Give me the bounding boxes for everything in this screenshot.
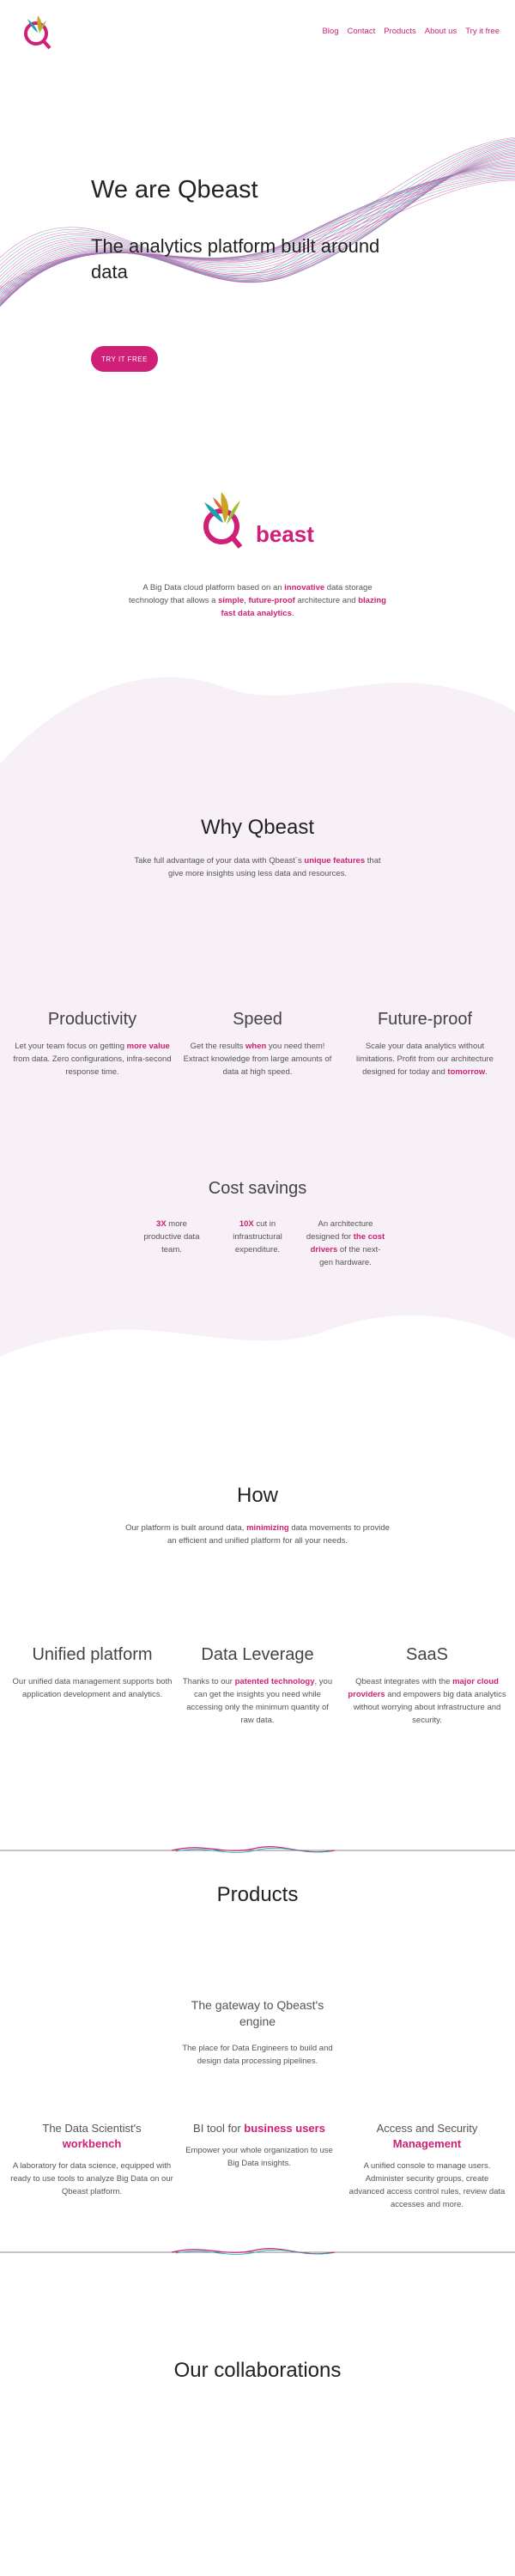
feature-title: SaaS [406,1645,448,1664]
feature-title: Productivity [47,1010,137,1029]
nav-try-it-free[interactable]: Try it free [465,27,500,36]
product-title: BI tool for business users [193,2122,325,2135]
product-bi-tool: BI tool for business users Empower your … [182,2121,336,2170]
feature-title: Future-proof [377,1010,473,1029]
hero-title: We are Qbeast [91,176,258,204]
feature-text: Scale your data analytics without limita… [356,1042,494,1077]
feature-text: Let your team focus on getting more valu… [13,1042,172,1077]
cost-item-productivity: 3X more productive data team. [143,1219,200,1255]
feature-title: Data Leverage [201,1645,314,1664]
product-title: The Data Scientist's workbench [42,2122,142,2150]
how-subtitle: Our platform is built around data, minim… [125,1523,390,1546]
logo-wordmark: beast [256,521,314,547]
nav-blog[interactable]: Blog [322,27,338,36]
main-nav: Blog Contact Products About us Try it fr… [322,27,500,36]
product-text: A unified console to manage users. Admin… [348,2161,506,2209]
qbeast-logo-large [203,492,243,549]
feature-future-proof: Future-proof Scale your data analytics w… [348,1010,502,1078]
engine-text: The place for Data Engineers to build an… [182,2044,333,2066]
feature-productivity: Productivity Let your team focus on gett… [13,1010,172,1078]
why-subtitle: Take full advantage of your data with Qb… [134,856,381,878]
why-title: Why Qbeast [200,816,315,839]
feature-text: Qbeast integrates with the major cloud p… [348,1677,506,1725]
engine-title: The gateway to Qbeast's engine [191,1998,324,2028]
product-text: A laboratory for data science, equipped … [10,2161,173,2196]
cost-item-infrastructure: 10X cut in infrastructural expenditure. [233,1219,282,1255]
cost-item-hardware: An architecture designed for the cost dr… [306,1219,385,1267]
feature-text: Get the results when you need them! Extr… [183,1042,332,1077]
product-workbench: The Data Scientist's workbench A laborat… [10,2121,173,2198]
feature-text: Thanks to our patented technology, you c… [182,1677,333,1725]
cost-savings-title: Cost savings [208,1179,307,1198]
feature-unified-platform: Unified platform Our unified data manage… [9,1645,176,1701]
about-description: A Big Data cloud platform based on an in… [129,583,386,618]
nav-contact[interactable]: Contact [347,27,375,36]
try-it-free-button[interactable]: TRY IT FREE [91,346,158,372]
hero-subtitle: The analytics platform built around data [91,235,380,283]
nav-about-us[interactable]: About us [425,27,457,36]
product-text: Empower your whole organization to use B… [185,2146,333,2168]
feature-data-leverage: Data Leverage Thanks to our patented tec… [180,1645,335,1727]
section-divider [0,2248,515,2255]
how-title: How [236,1484,278,1507]
feature-title: Unified platform [32,1645,153,1664]
qbeast-logo-small[interactable] [19,12,58,52]
feature-speed: Speed Get the results when you need them… [180,1010,335,1078]
feature-title: Speed [233,1010,282,1029]
product-title: Access and Security Management [376,2122,478,2150]
feature-saas: SaaS Qbeast integrates with the major cl… [348,1645,506,1727]
feature-text: Our unified data management supports bot… [12,1677,173,1699]
section-divider [0,1846,515,1853]
nav-products[interactable]: Products [384,27,416,36]
products-title: Products [216,1883,299,1906]
product-access-security: Access and Security Management A unified… [348,2121,506,2211]
collaborations-title: Our collaborations [173,2359,342,2382]
